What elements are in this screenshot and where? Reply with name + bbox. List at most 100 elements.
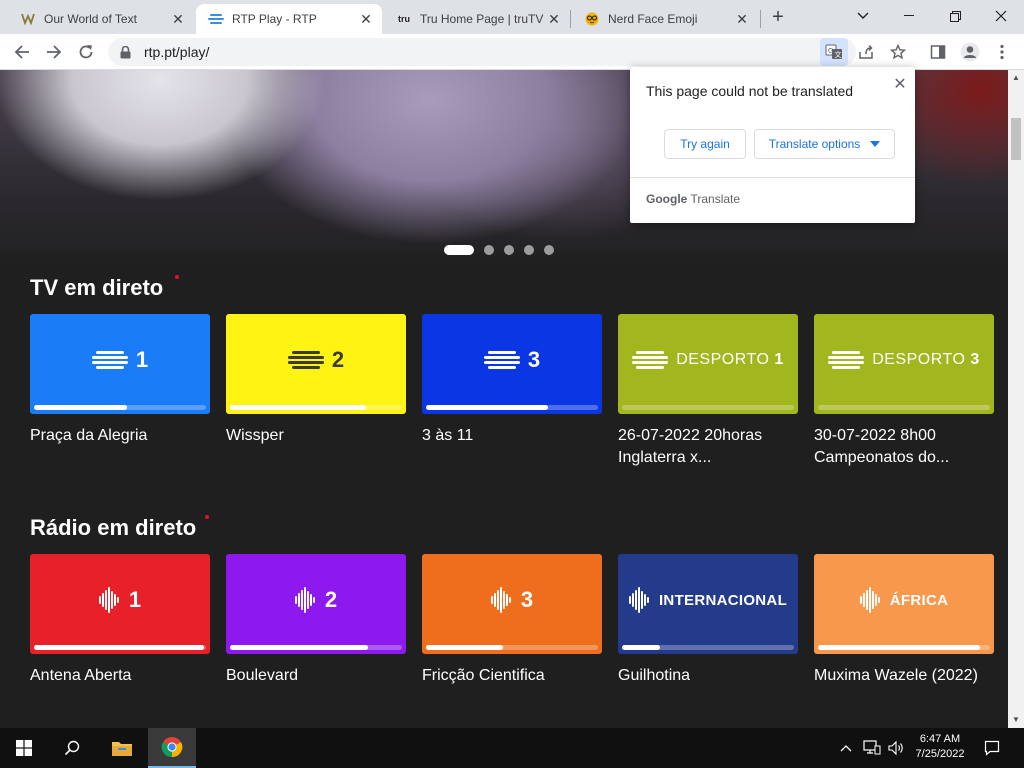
progress-bar <box>818 405 990 410</box>
radio-section-title[interactable]: Rádio em direto <box>30 515 209 541</box>
carousel-dot[interactable] <box>484 245 494 255</box>
channel-logo-prefix: DESPORTO <box>676 351 770 368</box>
tab-title: Tru Home Page | truTV <box>420 12 544 26</box>
tv-channel-card[interactable]: DESPORTO 3 <box>814 314 994 414</box>
reload-button[interactable] <box>72 38 100 66</box>
channel-logo: DESPORTO 3 <box>814 314 994 406</box>
tv-program-caption[interactable]: Wissper <box>226 425 406 447</box>
translate-icon[interactable]: G文 <box>820 38 848 66</box>
back-button[interactable] <box>8 38 36 66</box>
file-explorer-icon[interactable] <box>98 728 146 768</box>
try-again-button[interactable]: Try again <box>664 129 746 159</box>
caption-line: Guilhotina <box>618 667 691 684</box>
channel-logo-number: 1 <box>774 351 784 368</box>
tab-nerd-face-emoji[interactable]: Nerd Face Emoji ✕ <box>572 4 758 34</box>
tv-section-title[interactable]: TV em direto <box>30 275 179 301</box>
page-scrollbar[interactable]: ▲ ▼ <box>1008 70 1024 728</box>
station-logo-text: ÁFRICA <box>889 591 949 609</box>
progress-fill <box>622 645 660 650</box>
tv-section-title-text: TV em direto <box>30 275 164 300</box>
rtp-logo-icon <box>91 351 128 369</box>
caption-line: 30-07-2022 8h00 <box>814 427 936 444</box>
close-window-button[interactable] <box>978 0 1024 32</box>
clock-date: 7/25/2022 <box>915 748 965 760</box>
radio-station-card[interactable]: 1 <box>30 554 210 654</box>
share-icon[interactable] <box>852 38 880 66</box>
new-tab-button[interactable]: + <box>766 6 790 30</box>
station-logo: 2 <box>226 554 406 646</box>
close-tab-icon[interactable]: ✕ <box>170 11 186 27</box>
carousel-dot-active[interactable] <box>444 245 474 255</box>
notifications-icon[interactable] <box>976 728 1008 768</box>
radio-station-card[interactable]: 2 <box>226 554 406 654</box>
rtp-favicon-icon <box>208 11 224 27</box>
carousel-dot[interactable] <box>544 245 554 255</box>
tv-channel-card[interactable]: 1 <box>30 314 210 414</box>
restore-button[interactable] <box>932 0 978 32</box>
caption-line: Boulevard <box>226 667 299 684</box>
tv-program-caption[interactable]: 26-07-2022 20horas Inglaterra x... <box>618 425 798 469</box>
svg-text:G: G <box>828 48 833 55</box>
radio-program-caption[interactable]: Antena Aberta <box>30 665 210 687</box>
station-logo: 3 <box>422 554 602 646</box>
close-popup-icon[interactable]: ✕ <box>892 77 908 93</box>
station-logo-text: 3 <box>520 587 534 612</box>
radio-program-caption[interactable]: Muxima Wazele (2022) <box>814 665 994 687</box>
radio-station-card[interactable]: INTERNACIONAL <box>618 554 798 654</box>
carousel-dot[interactable] <box>524 245 534 255</box>
browser-menu-icon[interactable] <box>988 38 1016 66</box>
radio-program-caption[interactable]: Boulevard <box>226 665 406 687</box>
caption-line: Inglaterra x... <box>618 449 712 466</box>
start-button[interactable] <box>0 728 48 768</box>
google-translate-brand: Google Translate <box>646 192 740 206</box>
tab-search-chevron-icon[interactable] <box>840 0 886 32</box>
progress-bar <box>622 405 794 410</box>
address-bar[interactable]: rtp.pt/play/ <box>108 38 856 66</box>
antena-waveform-icon <box>628 587 649 613</box>
radio-station-card[interactable]: ÁFRICA <box>814 554 994 654</box>
tv-channel-card[interactable]: 3 <box>422 314 602 414</box>
system-clock[interactable]: 6:47 AM 7/25/2022 <box>910 732 970 762</box>
progress-bar <box>818 645 990 650</box>
chrome-taskbar-icon[interactable] <box>148 728 196 768</box>
profile-avatar-icon[interactable] <box>956 38 984 66</box>
tray-chevron-up-icon[interactable] <box>836 728 856 768</box>
tab-separator <box>570 10 571 28</box>
tab-rtp-play[interactable]: RTP Play - RTP ✕ <box>196 4 382 34</box>
lock-icon[interactable] <box>120 45 134 59</box>
station-logo-text: 2 <box>324 587 338 612</box>
tv-program-caption[interactable]: 30-07-2022 8h00 Campeonatos do... <box>814 425 994 469</box>
progress-fill <box>34 645 205 650</box>
radio-program-caption[interactable]: Guilhotina <box>618 665 798 687</box>
bookmark-star-icon[interactable] <box>884 38 912 66</box>
close-tab-icon[interactable]: ✕ <box>734 11 750 27</box>
translate-options-button[interactable]: Translate options <box>754 129 895 159</box>
close-tab-icon[interactable]: ✕ <box>546 11 562 27</box>
close-tab-icon[interactable]: ✕ <box>358 11 374 27</box>
minimize-button[interactable] <box>886 0 932 32</box>
tv-program-caption[interactable]: Praça da Alegria <box>30 425 210 447</box>
tab-our-world-of-text[interactable]: Our World of Text ✕ <box>8 4 194 34</box>
rtp-logo-icon <box>828 351 865 369</box>
forward-button[interactable] <box>40 38 68 66</box>
carousel-dot[interactable] <box>504 245 514 255</box>
tv-channel-card[interactable]: DESPORTO 1 <box>618 314 798 414</box>
volume-icon[interactable] <box>884 728 908 768</box>
progress-bar <box>622 645 794 650</box>
caption-line: Campeonatos do... <box>814 449 950 466</box>
try-again-label: Try again <box>680 137 730 151</box>
tv-program-caption[interactable]: 3 às 11 <box>422 425 602 447</box>
scroll-down-arrow-icon[interactable]: ▼ <box>1008 712 1024 728</box>
tv-channel-card[interactable]: 2 <box>226 314 406 414</box>
search-icon[interactable] <box>48 728 96 768</box>
scrollbar-thumb[interactable] <box>1011 118 1021 160</box>
channel-logo: 2 <box>226 314 406 406</box>
svg-text:文: 文 <box>835 50 842 59</box>
radio-program-caption[interactable]: Fricção Cientifica <box>422 665 602 687</box>
scroll-up-arrow-icon[interactable]: ▲ <box>1008 70 1024 86</box>
radio-station-card[interactable]: 3 <box>422 554 602 654</box>
side-panel-icon[interactable] <box>924 38 952 66</box>
tab-trutv[interactable]: tru Tru Home Page | truTV ✕ <box>384 4 570 34</box>
carousel-dots <box>444 245 554 255</box>
network-icon[interactable] <box>860 728 884 768</box>
